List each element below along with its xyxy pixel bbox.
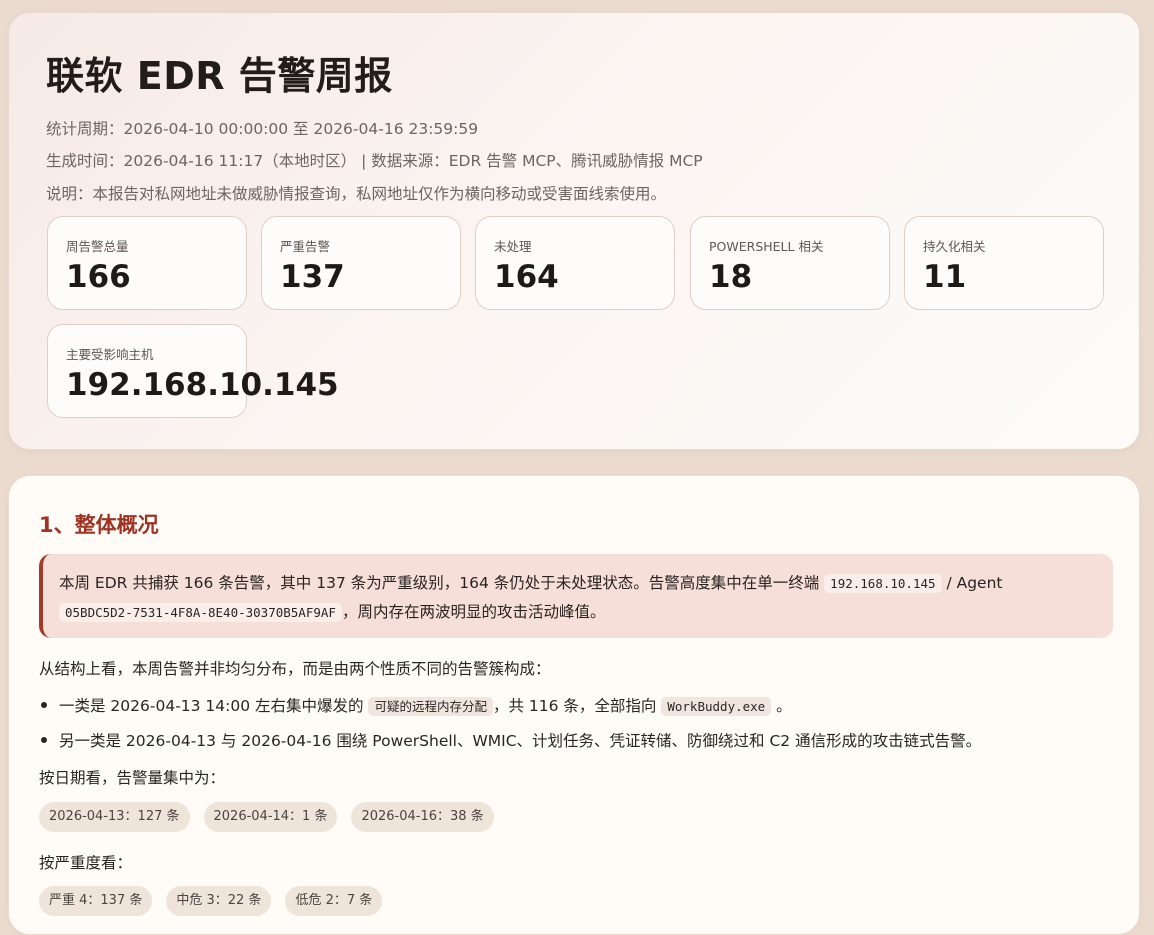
stat-label: POWERSHELL 相关 xyxy=(709,239,824,254)
by-date-label: 按日期看，告警量集中为： xyxy=(39,769,226,787)
bullet-dot xyxy=(41,737,47,743)
stat-label: 主要受影响主机 xyxy=(66,347,154,362)
stat-label: 持久化相关 xyxy=(923,239,986,254)
by-severity-label: 按严重度看： xyxy=(39,854,133,872)
summary-callout: 本周 EDR 共捕获 166 条告警，其中 137 条为严重级别，164 条仍处… xyxy=(39,554,1113,638)
structure-intro: 从结构上看，本周告警并非均匀分布，而是由两个性质不同的告警簇构成： xyxy=(39,660,551,678)
callout-text: / Agent xyxy=(941,574,1003,592)
bullet-text: 。 xyxy=(771,697,792,715)
stat-card-critical-alerts: 严重告警 137 xyxy=(261,216,461,310)
alert-name-code: 可疑的远程内存分配 xyxy=(368,697,493,716)
severity-chip: 严重 4：137 条 xyxy=(39,886,153,916)
agent-id-code: 05BDC5D2-7531-4F8A-8E40-30370B5AF9AF xyxy=(59,603,342,622)
severity-chip: 中危 3：22 条 xyxy=(166,886,272,916)
section-overview: 1、整体概况 本周 EDR 共捕获 166 条告警，其中 137 条为严重级别，… xyxy=(8,475,1140,935)
bullet-dot xyxy=(41,702,47,708)
stat-card-unhandled: 未处理 164 xyxy=(475,216,675,310)
stat-label: 未处理 xyxy=(494,239,532,254)
severity-chip-row: 严重 4：137 条 中危 3：22 条 低危 2：7 条 xyxy=(39,886,383,916)
callout-text: ，周内存在两波明显的攻击活动峰值。 xyxy=(341,603,606,621)
list-item: 一类是 2026-04-13 14:00 左右集中爆发的 可疑的远程内存分配 ，共… xyxy=(39,694,792,716)
stat-value: 166 xyxy=(66,259,131,295)
report-generated-info: 生成时间：2026-04-16 11:17（本地时区） | 数据来源：EDR 告… xyxy=(46,152,703,170)
stat-value: 137 xyxy=(280,259,345,295)
date-chip: 2026-04-16：38 条 xyxy=(351,802,494,832)
stat-value: 11 xyxy=(923,259,967,295)
date-chip: 2026-04-13：127 条 xyxy=(39,802,190,832)
report-title: 联软 EDR 告警周报 xyxy=(46,54,393,98)
date-chip: 2026-04-14：1 条 xyxy=(203,802,338,832)
stat-label: 周告警总量 xyxy=(66,239,129,254)
stat-value: 18 xyxy=(709,259,753,295)
process-name-code: WorkBuddy.exe xyxy=(661,697,772,716)
report-period: 统计周期：2026-04-10 00:00:00 至 2026-04-16 23… xyxy=(46,120,479,138)
date-chip-row: 2026-04-13：127 条 2026-04-14：1 条 2026-04-… xyxy=(39,802,494,832)
section-title: 1、整体概况 xyxy=(39,513,159,537)
stat-label: 严重告警 xyxy=(280,239,331,254)
stat-card-powershell: POWERSHELL 相关 18 xyxy=(690,216,890,310)
report-header: 联软 EDR 告警周报 统计周期：2026-04-10 00:00:00 至 2… xyxy=(8,12,1140,450)
report-note: 说明：本报告对私网地址未做威胁情报查询，私网地址仅作为横向移动或受害面线索使用。 xyxy=(46,185,667,203)
bullet-text: 另一类是 2026-04-13 与 2026-04-16 围绕 PowerShe… xyxy=(59,732,982,750)
bullet-text: ，共 116 条，全部指向 xyxy=(492,697,662,715)
callout-text: 本周 EDR 共捕获 166 条告警，其中 137 条为严重级别，164 条仍处… xyxy=(59,574,825,592)
severity-chip: 低危 2：7 条 xyxy=(285,886,383,916)
stat-card-persistence: 持久化相关 11 xyxy=(904,216,1104,310)
bullet-text: 一类是 2026-04-13 14:00 左右集中爆发的 xyxy=(59,697,369,715)
list-item: 另一类是 2026-04-13 与 2026-04-16 围绕 PowerShe… xyxy=(39,729,981,751)
stat-card-total-alerts: 周告警总量 166 xyxy=(47,216,247,310)
stat-card-main-host: 主要受影响主机 192.168.10.145 xyxy=(47,324,339,418)
stat-value: 192.168.10.145 xyxy=(66,367,339,403)
stat-value: 164 xyxy=(494,259,559,295)
host-ip-code: 192.168.10.145 xyxy=(824,574,942,593)
